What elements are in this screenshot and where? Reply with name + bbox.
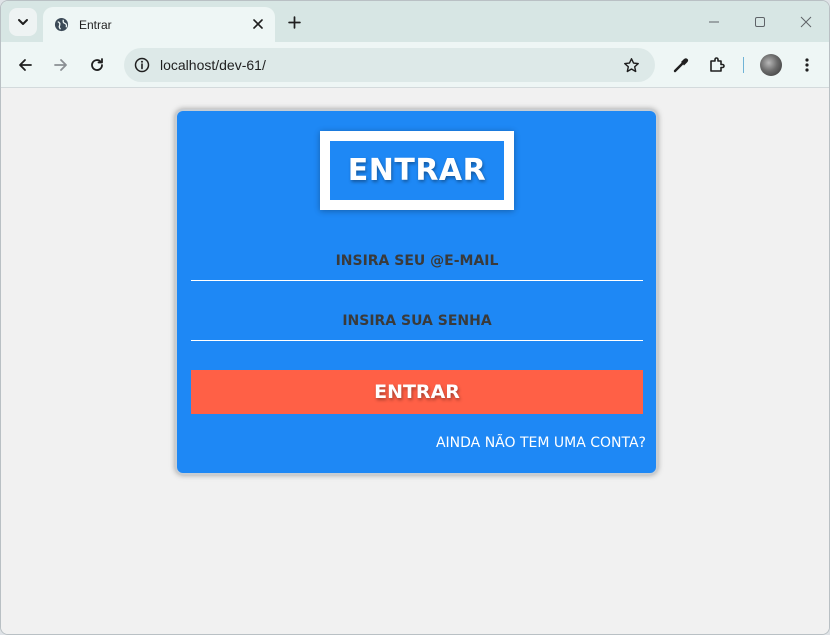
extensions-button[interactable]: [705, 53, 729, 77]
arrow-right-icon: [54, 59, 67, 71]
minimize-icon: [709, 21, 719, 23]
tab-close-button[interactable]: [249, 15, 267, 33]
password-field-wrapper: [191, 301, 643, 341]
tab-title: Entrar: [79, 17, 112, 32]
email-field[interactable]: [191, 241, 643, 280]
signup-link[interactable]: AINDA NÃO TEM UMA CONTA?: [436, 435, 646, 451]
eyedropper-icon: [673, 58, 689, 73]
avatar[interactable]: [760, 54, 782, 76]
password-field[interactable]: [191, 301, 643, 340]
reload-icon: [91, 58, 103, 71]
eyedropper-button[interactable]: [669, 53, 693, 77]
login-title-box: ENTRAR: [320, 131, 514, 210]
info-icon: [134, 57, 150, 73]
close-icon: [253, 19, 263, 29]
chevron-down-icon: [18, 19, 28, 25]
tab-search-button[interactable]: [9, 8, 37, 36]
minimize-button[interactable]: [702, 11, 726, 33]
browser-menu-button[interactable]: [795, 53, 819, 77]
address-bar[interactable]: localhost/dev-61/: [124, 48, 655, 82]
toolbar-separator: [743, 57, 744, 73]
back-button[interactable]: [13, 53, 37, 77]
close-icon: [800, 16, 812, 28]
bookmark-button[interactable]: [621, 55, 641, 75]
maximize-icon: [755, 17, 765, 27]
close-window-button[interactable]: [794, 11, 818, 33]
browser-window: Entrar localhost/dev-61/ ENTRAR INSIRA S…: [0, 0, 830, 635]
url-text: localhost/dev-61/: [160, 57, 266, 73]
tab-strip: Entrar: [1, 1, 829, 42]
login-button[interactable]: ENTRAR: [191, 370, 643, 414]
kebab-icon: [805, 58, 809, 72]
forward-button[interactable]: [49, 53, 73, 77]
login-card: ENTRAR ENTRAR AINDA NÃO TEM UMA CONTA?: [175, 109, 658, 475]
arrow-left-icon: [19, 59, 32, 71]
site-info-button[interactable]: [130, 53, 154, 77]
email-field-wrapper: [191, 241, 643, 281]
new-tab-button[interactable]: [283, 11, 305, 33]
plus-icon: [287, 15, 301, 29]
puzzle-icon: [710, 57, 725, 72]
reload-button[interactable]: [85, 53, 109, 77]
page-viewport: ENTRAR ENTRAR AINDA NÃO TEM UMA CONTA?: [1, 89, 829, 634]
tab-active[interactable]: Entrar: [43, 7, 275, 42]
maximize-button[interactable]: [748, 11, 772, 33]
star-icon: [623, 57, 639, 72]
browser-toolbar: localhost/dev-61/: [1, 42, 829, 88]
page-title: ENTRAR: [347, 153, 487, 188]
globe-icon: [53, 17, 69, 33]
